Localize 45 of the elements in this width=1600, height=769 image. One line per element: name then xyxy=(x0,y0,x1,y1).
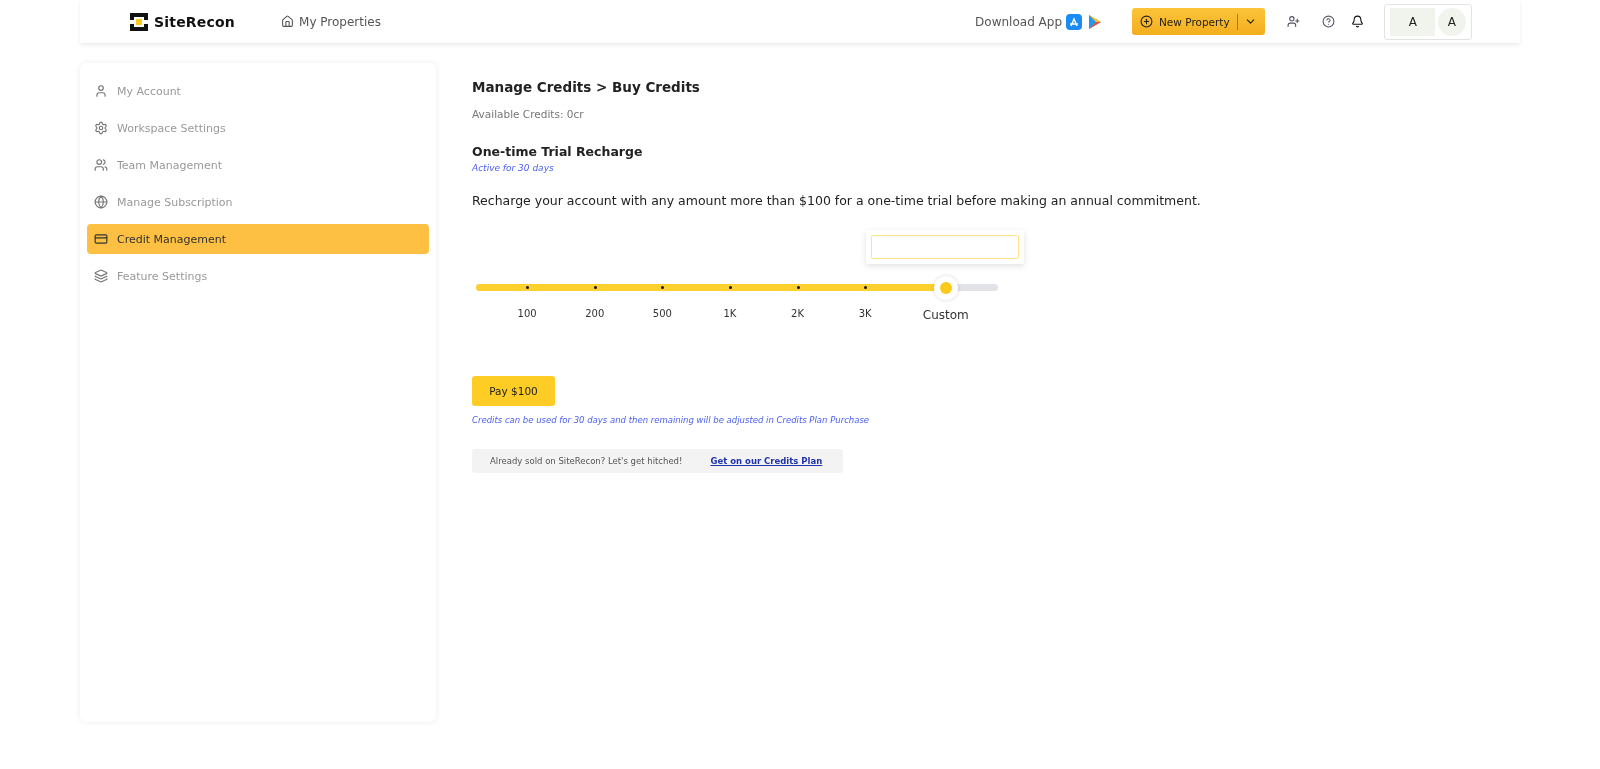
notification-button[interactable] xyxy=(1351,15,1364,28)
sidebar-item[interactable]: Credit Management xyxy=(87,224,429,254)
slider-dot xyxy=(593,286,597,289)
layers-icon xyxy=(94,269,108,283)
card-icon xyxy=(94,232,108,246)
slider-mark-label[interactable]: Custom xyxy=(922,308,969,322)
slider-dot xyxy=(864,286,868,289)
banner-text: Already sold on SiteRecon? Let's get hitched! xyxy=(490,456,683,466)
slider-dot xyxy=(661,286,665,289)
gear-icon xyxy=(94,121,108,135)
available-credits-text: Available Credits: 0cr xyxy=(472,108,585,120)
help-button[interactable] xyxy=(1322,15,1335,28)
plus-icon xyxy=(1140,15,1153,28)
pay-button[interactable]: Pay $100 xyxy=(472,376,555,406)
slider-dot xyxy=(728,286,732,289)
play-store-icon[interactable] xyxy=(1088,13,1102,30)
logo-text: SiteRecon xyxy=(154,13,236,30)
user-icon xyxy=(94,84,108,98)
amount-slider[interactable] xyxy=(476,276,998,300)
slider-mark-label[interactable]: 100 xyxy=(517,308,537,319)
credits-plan-link[interactable]: Get on our Credits Plan xyxy=(710,456,823,466)
user-avatar[interactable]: A xyxy=(1437,7,1466,36)
app-store-icon[interactable] xyxy=(1066,13,1082,30)
slider-mark-label[interactable]: 3K xyxy=(858,308,872,319)
logo-icon xyxy=(130,12,148,31)
new-property-button[interactable]: New Property xyxy=(1132,8,1265,35)
slider-mark-label[interactable]: 200 xyxy=(585,308,605,319)
home-icon xyxy=(281,15,295,28)
section-title: One-time Trial Recharge xyxy=(472,144,644,159)
slider-mark-label[interactable]: 2K xyxy=(791,308,804,319)
add-user-button[interactable] xyxy=(1287,15,1300,28)
active-note: Active for 30 days xyxy=(472,163,555,173)
globe-icon xyxy=(94,195,108,209)
workspace-avatar[interactable]: A xyxy=(1390,7,1436,36)
slider-mark-label[interactable]: 500 xyxy=(652,308,672,319)
breadcrumb-title: Manage Credits > Buy Credits xyxy=(472,79,701,95)
pay-note: Credits can be used for 30 days and then remaining will be adjusted in Credits Plan Purchase xyxy=(472,415,871,425)
my-properties-link[interactable]: My Properties xyxy=(281,14,381,29)
team-icon xyxy=(94,158,108,172)
description-text: Recharge your account with any amount more than $100 for a one-time trial before making an annual commitment. xyxy=(472,193,1201,208)
download-app-text: Download App xyxy=(975,14,1062,29)
slider-thumb[interactable] xyxy=(933,276,958,300)
slider-mark-label[interactable]: 1K xyxy=(723,308,737,319)
slider-dot xyxy=(526,286,530,289)
slider-dot xyxy=(796,286,800,289)
